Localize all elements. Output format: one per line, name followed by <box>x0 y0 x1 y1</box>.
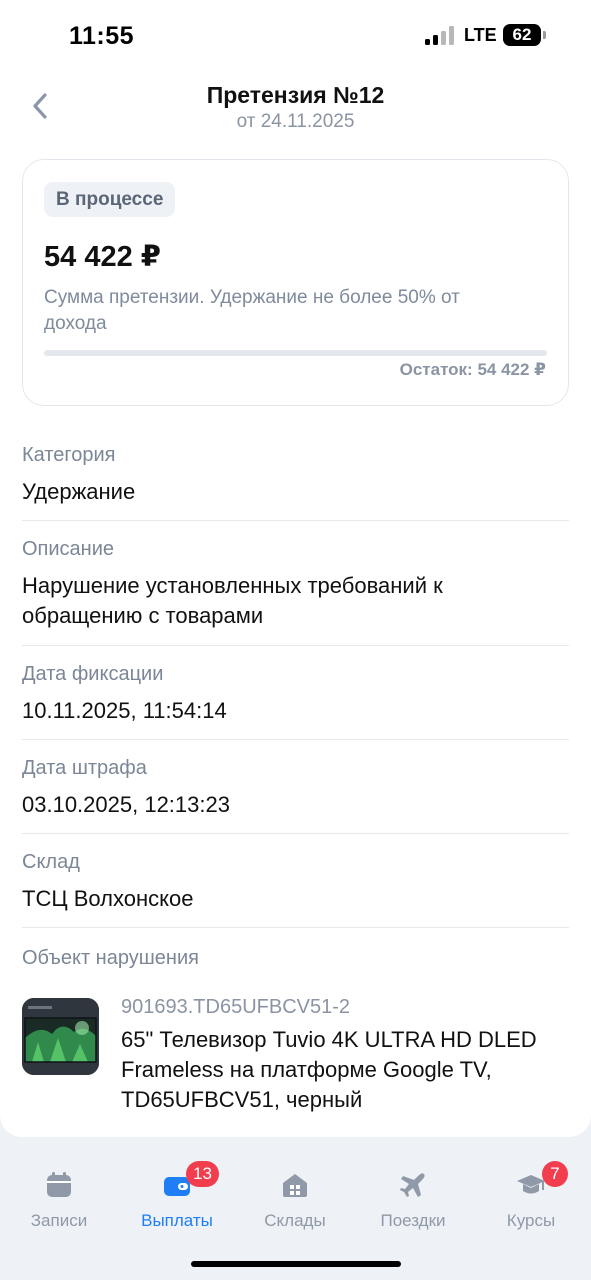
field-violation-object: Объект нарушения <box>22 947 569 970</box>
airplane-icon <box>400 1173 425 1197</box>
field-label: Описание <box>22 538 115 560</box>
field-label: Категория <box>22 444 116 466</box>
divider <box>22 645 569 646</box>
divider <box>22 927 569 928</box>
field-value: Нарушение установленных требований к обр… <box>22 573 443 628</box>
tab-warehouses[interactable]: Склады <box>236 1170 354 1231</box>
network-label: LTE <box>464 25 497 45</box>
page-title: Претензия №12 <box>206 82 385 108</box>
remainder-amount: Остаток: 54 422 ₽ <box>399 360 546 379</box>
field-description: Описание Нарушение установленных требова… <box>22 538 569 631</box>
calendar-icon <box>47 1172 71 1197</box>
field-category: Категория Удержание <box>22 444 569 507</box>
claim-amount-description: Сумма претензии. Удержание не более 50% … <box>44 287 460 334</box>
payouts-badge: 13 <box>186 1161 219 1187</box>
courses-badge: 7 <box>542 1161 568 1187</box>
signal-icon <box>425 25 457 45</box>
field-fine-date: Дата штрафа 03.10.2025, 12:13:23 <box>22 757 569 820</box>
claim-amount: 54 422 ₽ <box>44 241 161 273</box>
tab-label: Склады <box>264 1211 326 1230</box>
field-label: Объект нарушения <box>22 947 199 969</box>
tab-courses[interactable]: 7 Курсы <box>472 1161 590 1231</box>
tab-records[interactable]: Записи <box>0 1170 118 1231</box>
product-code: 901693.TD65UFBCV51-2 <box>121 996 351 1018</box>
divider <box>22 833 569 834</box>
divider <box>22 520 569 521</box>
tab-payouts[interactable]: 13 Выплаты <box>118 1161 236 1231</box>
field-label: Дата штрафа <box>22 757 147 779</box>
field-value: 10.11.2025, 11:54:14 <box>22 698 227 723</box>
claim-summary-card: В процессе 54 422 ₽ Сумма претензии. Уде… <box>22 159 569 406</box>
tab-trips[interactable]: Поездки <box>354 1170 472 1231</box>
field-value: Удержание <box>22 479 136 504</box>
tab-label: Поездки <box>380 1211 446 1230</box>
field-value: 03.10.2025, 12:13:23 <box>22 792 230 817</box>
field-label: Дата фиксации <box>22 663 164 685</box>
field-fixation-date: Дата фиксации 10.11.2025, 11:54:14 <box>22 663 569 726</box>
battery-icon: 62 <box>503 24 546 46</box>
tab-label: Записи <box>30 1211 88 1230</box>
divider <box>22 739 569 740</box>
tv-image <box>22 998 99 1075</box>
tab-label: Курсы <box>506 1211 556 1230</box>
field-warehouse: Склад ТСЦ Волхонское <box>22 851 569 914</box>
repayment-progress-bar <box>44 350 547 356</box>
field-label: Склад <box>22 851 80 873</box>
home-indicator <box>191 1261 401 1267</box>
status-time: 11:55 <box>69 22 135 50</box>
product-name[interactable]: 65" Телевизор Tuvio 4K ULTRA HD DLED Fra… <box>121 1025 566 1115</box>
tab-label: Выплаты <box>141 1211 213 1230</box>
warehouse-icon <box>283 1174 307 1197</box>
status-badge: В процессе <box>44 182 176 217</box>
page-subtitle: от 24.11.2025 <box>236 111 355 132</box>
field-value: ТСЦ Волхонское <box>22 886 194 911</box>
tv-thumbnail[interactable] <box>22 998 99 1075</box>
